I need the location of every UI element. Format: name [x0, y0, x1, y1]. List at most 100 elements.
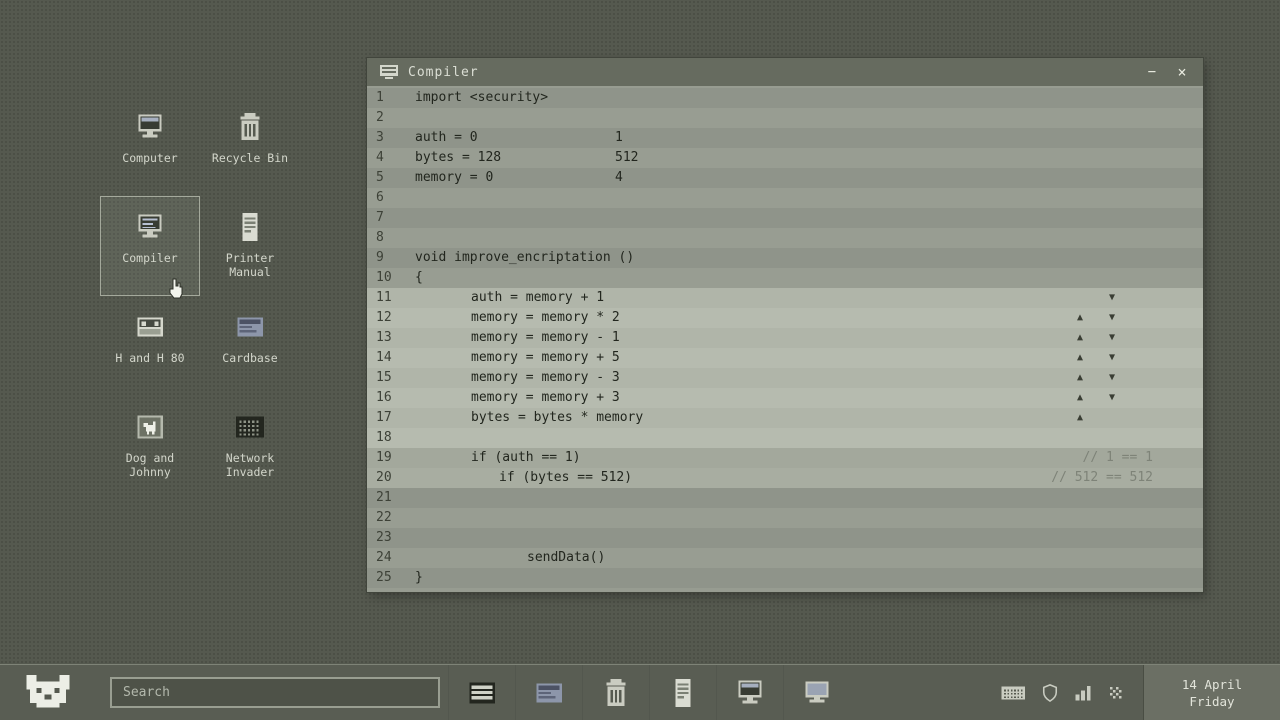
- line-number: 18: [367, 428, 415, 448]
- code-line-5: 5memory = 04: [367, 168, 1203, 188]
- move-down-button[interactable]: ▼: [1099, 288, 1125, 308]
- code-line-12: 12memory = memory * 2▲▼: [367, 308, 1203, 328]
- cardbase-icon: [532, 676, 566, 710]
- move-up-button[interactable]: ▲: [1067, 328, 1093, 348]
- desktop-icon-h-and-h-80[interactable]: H and H 80: [100, 296, 200, 396]
- code-line-1: 1import <security>: [367, 88, 1203, 108]
- move-up-button[interactable]: ▲: [1067, 408, 1093, 428]
- computer-icon: [133, 110, 167, 144]
- desktop-icon-compiler[interactable]: Compiler: [100, 196, 200, 296]
- line-number: 7: [367, 208, 415, 228]
- move-up-button[interactable]: ▲: [1067, 388, 1093, 408]
- line-number: 22: [367, 508, 415, 528]
- line-number: 23: [367, 528, 415, 548]
- dog-icon: [133, 410, 167, 444]
- code-text: import <security>: [415, 88, 548, 108]
- grid-icon[interactable]: [1106, 683, 1126, 703]
- code-line-6: 6: [367, 188, 1203, 208]
- line-number: 13: [367, 328, 415, 348]
- start-logo-button[interactable]: [26, 675, 70, 711]
- bar-chart-icon[interactable]: [1073, 683, 1093, 703]
- compiler-window: Compiler − × 1import <security> 23 auth = …: [367, 58, 1203, 592]
- code-line-18: 18: [367, 428, 1203, 448]
- line-number: 4: [367, 148, 415, 168]
- move-down-button: [1099, 408, 1125, 428]
- compiler-icon: [133, 210, 167, 244]
- line-number: 8: [367, 228, 415, 248]
- move-controls: ▲▼: [1067, 348, 1125, 368]
- move-down-button[interactable]: ▼: [1099, 328, 1125, 348]
- line-number: 20: [367, 468, 415, 488]
- move-down-button[interactable]: ▼: [1099, 388, 1125, 408]
- line-number: 16: [367, 388, 415, 408]
- code-text: bytes = bytes * memory: [471, 408, 643, 428]
- code-text: if (auth == 1): [471, 448, 581, 468]
- desktop-icon-printer-manual[interactable]: Printer Manual: [200, 196, 300, 296]
- minimize-button[interactable]: −: [1139, 61, 1165, 83]
- window-titlebar[interactable]: Compiler − ×: [367, 58, 1203, 86]
- date-panel[interactable]: 14 April Friday: [1143, 665, 1280, 720]
- code-text: void improve_encriptation (): [415, 248, 634, 268]
- desktop-icon-cardbase[interactable]: Cardbase: [200, 296, 300, 396]
- line-number: 1: [367, 88, 415, 108]
- code-text: auth = memory + 1: [471, 288, 604, 308]
- desktop-icon-label: Compiler: [122, 251, 177, 265]
- cassette-icon: [133, 310, 167, 344]
- date-text: 14 April: [1182, 676, 1242, 693]
- desktop-icon-recycle-bin[interactable]: Recycle Bin: [200, 96, 300, 196]
- code-line-16: 16memory = memory + 3▲▼: [367, 388, 1203, 408]
- desktop[interactable]: ComputerRecycle Bin Compiler Printer Manua…: [0, 0, 1280, 720]
- taskbar-app-recycle-bin[interactable]: [582, 665, 649, 720]
- code-line-13: 13 memory = memory - 1 ▲ ▼: [367, 328, 1203, 348]
- hand-cursor-icon: [167, 278, 185, 300]
- window-title: Compiler: [408, 65, 479, 80]
- computer-icon: [733, 676, 767, 710]
- move-down-button[interactable]: ▼: [1099, 308, 1125, 328]
- window-lines-icon: [379, 64, 399, 80]
- move-up-button: [1067, 288, 1093, 308]
- code-line-20: 20if (bytes == 512)// 512 == 512: [367, 468, 1203, 488]
- cardbase-icon: [233, 310, 267, 344]
- code-text: memory = memory - 1: [471, 328, 620, 348]
- code-line-9: 9void improve_encriptation (): [367, 248, 1203, 268]
- move-controls: ▲▼: [1067, 308, 1125, 328]
- code-line-24: 24sendData(): [367, 548, 1203, 568]
- keyboard-icon[interactable]: [1000, 683, 1027, 703]
- desktop-icon-computer[interactable]: Computer: [100, 96, 200, 196]
- code-line-19: 19if (auth == 1)// 1 == 1: [367, 448, 1203, 468]
- desktop-icon-dog-and-johnny[interactable]: Dog and Johnny: [100, 396, 200, 496]
- shield-icon[interactable]: [1040, 683, 1060, 703]
- line-number: 11: [367, 288, 415, 308]
- line-number: 15: [367, 368, 415, 388]
- desktop-icon-network-invader[interactable]: Network Invader: [200, 396, 300, 496]
- line-number: 24: [367, 548, 415, 568]
- code-line-23: 23: [367, 528, 1203, 548]
- runtime-value: 512: [615, 148, 638, 168]
- close-button[interactable]: ×: [1169, 61, 1195, 83]
- taskbar-app-computer[interactable]: [716, 665, 783, 720]
- move-down-button[interactable]: ▼: [1099, 368, 1125, 388]
- code-line-7: 7: [367, 208, 1203, 228]
- desktop-icon-label: Network Invader: [207, 451, 293, 479]
- search-input[interactable]: [110, 677, 440, 708]
- line-number: 12: [367, 308, 415, 328]
- code-text: auth = 0: [415, 128, 478, 148]
- move-up-button[interactable]: ▲: [1067, 308, 1093, 328]
- move-up-button[interactable]: ▲: [1067, 368, 1093, 388]
- runtime-value: 4: [615, 168, 623, 188]
- desktop-icons: ComputerRecycle Bin Compiler Printer Manua…: [100, 96, 300, 496]
- taskbar-app-cardbase[interactable]: [515, 665, 582, 720]
- move-down-button[interactable]: ▼: [1099, 348, 1125, 368]
- taskbar-app-printer-manual[interactable]: [649, 665, 716, 720]
- taskbar-app-compiler[interactable]: [448, 665, 515, 720]
- code-line-11: 11 auth = memory + 1 ▼: [367, 288, 1203, 308]
- printer-manual-icon: [233, 210, 267, 244]
- code-line-22: 22: [367, 508, 1203, 528]
- taskbar: 14 April Friday: [0, 664, 1280, 720]
- move-up-button[interactable]: ▲: [1067, 348, 1093, 368]
- code-comment: // 1 == 1: [1083, 448, 1203, 468]
- code-text: {: [415, 268, 423, 288]
- line-number: 21: [367, 488, 415, 508]
- taskbar-app-monitor[interactable]: [783, 665, 850, 720]
- code-line-8: 8: [367, 228, 1203, 248]
